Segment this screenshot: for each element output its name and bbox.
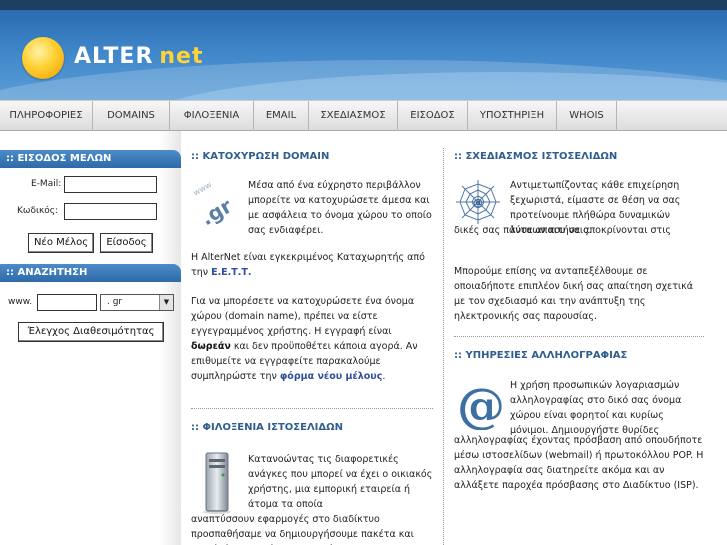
check-availability-button[interactable]: Έλεγχος Διαθεσιμότητας <box>18 322 164 342</box>
logo[interactable]: ALTER net <box>74 44 204 69</box>
section-divider <box>191 408 433 409</box>
logo-sun-icon[interactable] <box>22 37 64 79</box>
domain-section-title: :: ΚΑΤΟΧΥΡΩΣΗ DOMAIN <box>191 151 330 162</box>
new-member-form-link[interactable]: φόρμα νέου μέλους <box>280 371 382 382</box>
sidebar: :: ΕΙΣΟΔΟΣ ΜΕΛΩΝ E-Mail: Κωδικός: Νέο Μέ… <box>0 131 181 545</box>
domain-body-1: Για να μπορέσετε να κατοχυρώσετε ένα όνο… <box>191 296 415 337</box>
password-field[interactable] <box>64 203 157 220</box>
domain-approved: Η AlterNet είναι εγκεκριμένος Καταχωρητή… <box>191 250 431 280</box>
nav-whois[interactable]: WHOIS <box>557 101 617 131</box>
spider-web-icon: @ <box>454 178 502 226</box>
mail-section-title: :: ΥΠΗΡΕΣΙΕΣ ΑΛΛΗΛΟΓΡΑΦΙΑΣ <box>454 350 628 361</box>
nav-info[interactable]: ΠΛΗΡΟΦΟΡΙΕΣ <box>0 101 93 131</box>
domain-search-input[interactable] <box>37 294 97 311</box>
nav-login[interactable]: ΕΙΣΟΔΟΣ <box>398 101 468 131</box>
domain-intro: Μέσα από ένα εύχρηστο περιβάλλον μπορείτ… <box>248 180 432 236</box>
new-member-button[interactable]: Νέο Μέλος <box>28 233 94 253</box>
design-section-title: :: ΣΧΕΔΙΑΣΜΟΣ ΙΣΤΟΣΕΛΙΔΩΝ <box>454 151 618 162</box>
domain-body-end: . <box>382 371 386 382</box>
hosting-section-title: :: ΦΙΛΟΞΕΝΙΑ ΙΣΤΟΣΕΛΙΔΩΝ <box>191 422 344 433</box>
at-sign-icon: @ <box>456 378 506 434</box>
hosting-text-a: Κατανοώντας τις διαφορετικές ανάγκες που… <box>248 454 433 510</box>
mail-text-a: Η χρήση προσωπικών λογαριασμών αλληλογρα… <box>510 380 682 436</box>
login-box-title: :: ΕΙΣΟΔΟΣ ΜΕΛΩΝ <box>0 150 181 168</box>
section-divider-right <box>454 336 704 337</box>
logo-name: ALTER <box>74 44 154 69</box>
mail-text-b: αλληλογραφίας έχοντας πρόσβαση από οπουδ… <box>454 435 704 491</box>
domain-registration-text: Για να μπορέσετε να κατοχυρώσετε ένα όνο… <box>191 294 433 384</box>
design-text-b: δικές σας πάντα απαιτήσεις. <box>454 225 592 236</box>
tld-select[interactable]: . gr ▼ <box>100 294 174 311</box>
email-field[interactable] <box>64 176 157 193</box>
nav-hosting[interactable]: ΦΙΛΟΞΕΝΙΑ <box>170 101 254 131</box>
password-label: Κωδικός: <box>17 206 59 216</box>
chevron-down-icon[interactable]: ▼ <box>159 295 173 310</box>
gr-domain-icon: www .gr <box>192 180 238 230</box>
column-divider <box>443 148 444 545</box>
hosting-text-b: αναπτύσσουν εφαρμογές στο διαδίκτυο προσ… <box>191 514 414 545</box>
site-header: ALTER net <box>0 10 727 100</box>
nav-email[interactable]: EMAIL <box>254 101 309 131</box>
search-box-title: :: ΑΝΑΖΗΤΗΣΗ <box>0 264 181 282</box>
www-label: www. <box>8 297 33 307</box>
nav-support[interactable]: ΥΠΟΣΤΗΡΙΞΗ <box>468 101 557 131</box>
icon-www-text: www <box>192 180 214 198</box>
svg-text:@: @ <box>457 380 505 430</box>
top-strip <box>0 0 727 10</box>
svg-text:@: @ <box>473 198 483 209</box>
main-nav: ΠΛΗΡΟΦΟΡΙΕΣ DOMAINS ΦΙΛΟΞΕΝΙΑ EMAIL ΣΧΕΔ… <box>0 100 727 131</box>
eett-link[interactable]: Ε.Ε.Τ.Τ. <box>211 267 251 278</box>
tld-selected-value: . gr <box>107 297 123 307</box>
login-button[interactable]: Είσοδος <box>100 233 153 253</box>
design-text-c: Μπορούμε επίσης να ανταπεξέλθουμε σε οπο… <box>454 266 693 322</box>
server-icon <box>200 451 232 515</box>
free-text: δωρεάν <box>191 341 231 352</box>
logo-suffix: net <box>159 44 204 69</box>
nav-design[interactable]: ΣΧΕΔΙΑΣΜΟΣ <box>309 101 398 131</box>
nav-domains[interactable]: DOMAINS <box>93 101 170 131</box>
email-label: E-Mail: <box>31 179 62 189</box>
icon-gr-text: .gr <box>196 194 236 226</box>
